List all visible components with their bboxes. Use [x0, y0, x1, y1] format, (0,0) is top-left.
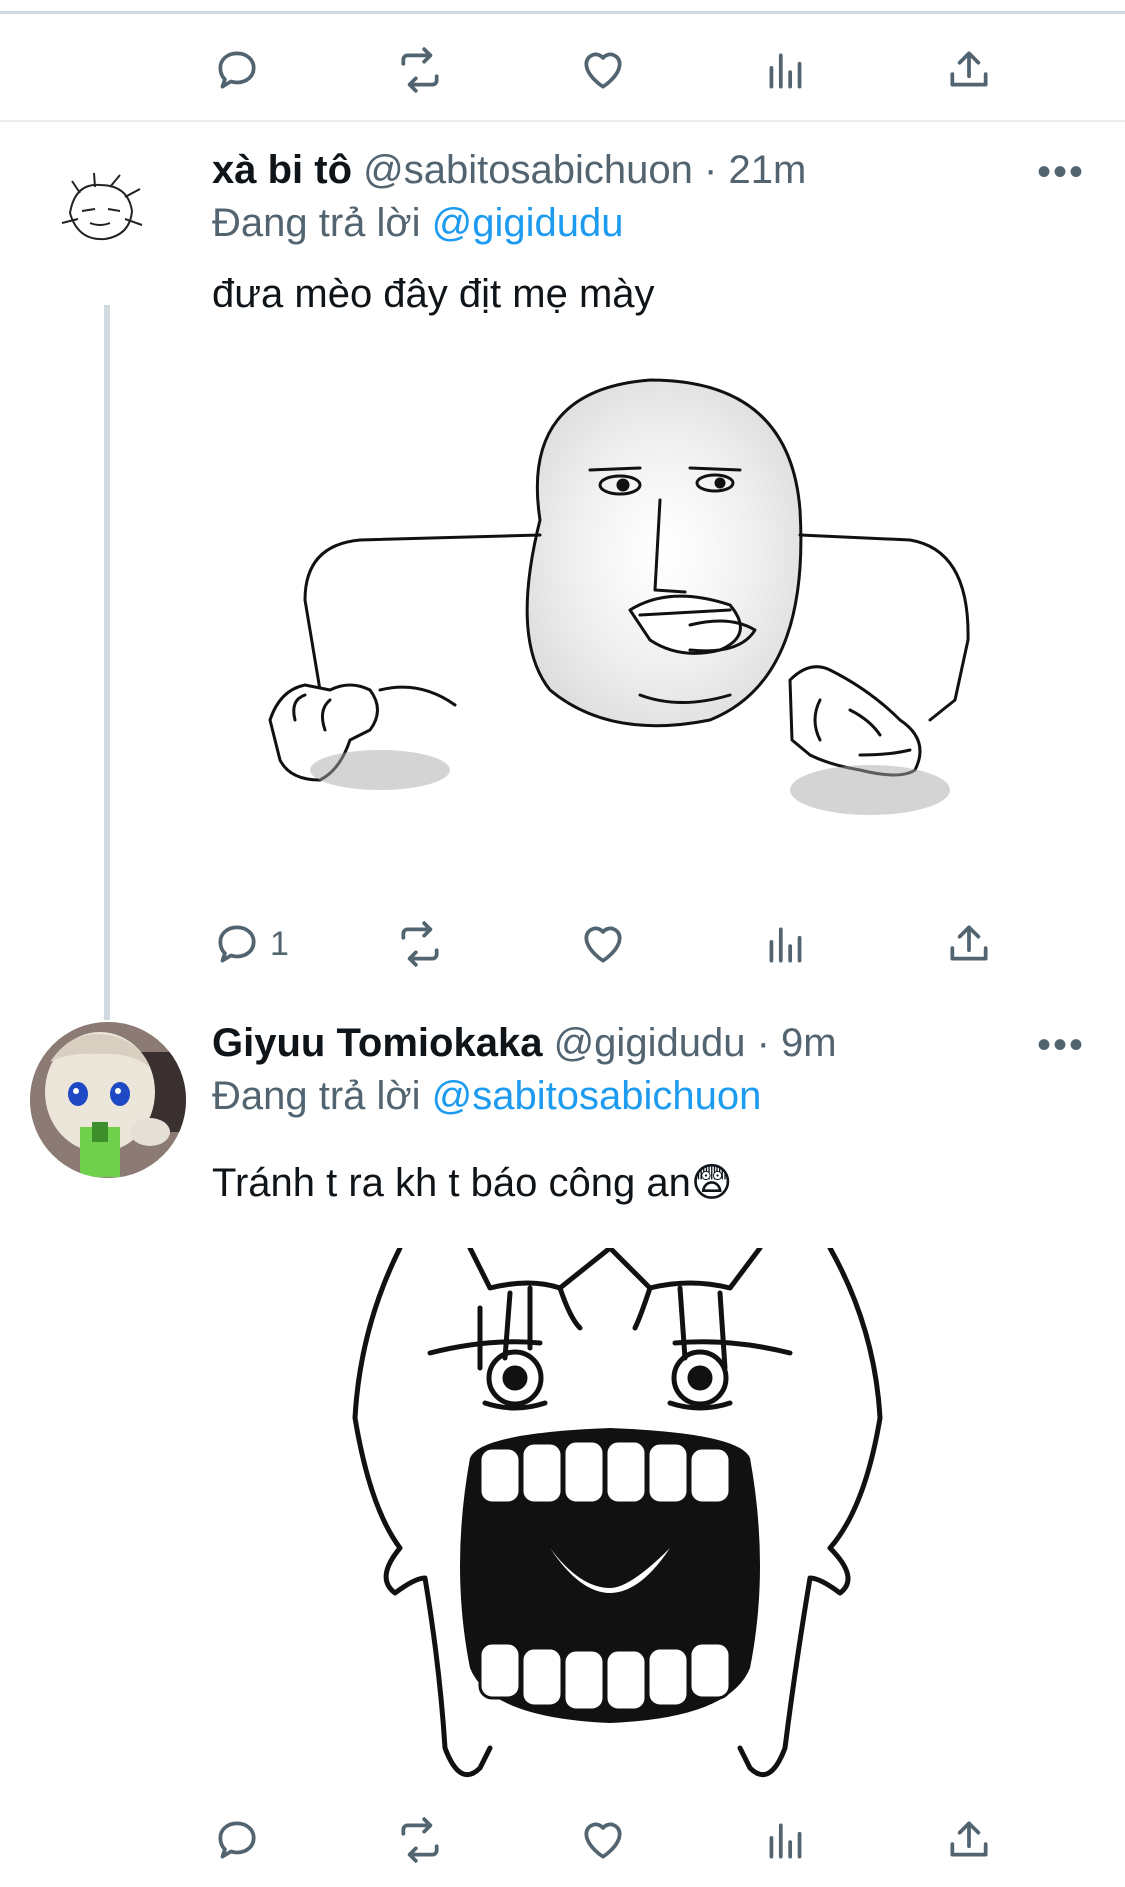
share-icon — [950, 1821, 988, 1857]
tweet-text-body: Tránh t ra kh t báo công an — [212, 1161, 691, 1205]
plush-doll-avatar — [30, 1022, 186, 1178]
timestamp[interactable]: 21m — [728, 148, 806, 192]
replying-to-link[interactable]: @sabitosabichuon — [432, 1074, 762, 1118]
reply-icon — [218, 51, 256, 89]
like-button[interactable] — [578, 40, 628, 100]
analytics-button[interactable] — [761, 40, 811, 100]
display-name[interactable]: xà bi tô — [212, 148, 352, 192]
analytics-button[interactable] — [761, 1810, 811, 1870]
more-options-button[interactable]: ••• — [1037, 150, 1085, 195]
retweet-icon — [401, 1817, 439, 1863]
replying-to-link[interactable]: @gigidudu — [432, 201, 624, 245]
tweet-image-sketch[interactable] — [330, 1245, 900, 1793]
share-button[interactable] — [944, 40, 994, 100]
sketch-face-avatar — [61, 172, 143, 241]
retweet-icon — [401, 47, 439, 93]
like-button[interactable] — [578, 1810, 628, 1870]
analytics-icon — [769, 53, 802, 89]
share-icon — [950, 51, 988, 87]
tweet-actions: 1 — [212, 914, 988, 974]
display-name[interactable]: Giyuu Tomiokaka — [212, 1021, 542, 1065]
screaming-meme-drawing — [352, 1245, 883, 1778]
top-divider — [0, 0, 1125, 14]
tweet-actions — [212, 1810, 988, 1870]
analytics-button[interactable] — [761, 914, 811, 974]
separator-dot: · — [704, 148, 718, 192]
reply-button[interactable] — [212, 40, 262, 100]
prev-tweet-actions — [212, 40, 988, 100]
retweet-icon — [401, 921, 439, 967]
handle[interactable]: @sabitosabichuon — [363, 148, 693, 192]
retweet-button[interactable] — [395, 40, 445, 100]
replying-to: Đang trả lời @gigidudu — [212, 201, 624, 246]
reply-button[interactable]: 1 — [212, 914, 289, 974]
tweet-image-sketch[interactable] — [210, 360, 1010, 880]
tweet-text: đưa mèo đây địt mẹ mày — [212, 272, 655, 316]
share-button[interactable] — [944, 914, 994, 974]
avatar[interactable] — [50, 163, 150, 263]
avatar[interactable] — [30, 1022, 186, 1178]
like-icon — [584, 1822, 622, 1859]
analytics-icon — [769, 1823, 802, 1859]
retweet-button[interactable] — [395, 914, 445, 974]
more-options-button[interactable]: ••• — [1037, 1023, 1085, 1068]
tweet-divider — [0, 120, 1125, 122]
share-icon — [950, 925, 988, 961]
tweet-text: Tránh t ra kh t báo công an😨 — [212, 1160, 733, 1206]
tweet-header: Giyuu Tomiokaka @gigidudu · 9m — [212, 1021, 837, 1066]
replying-prefix: Đang trả lời — [212, 1074, 421, 1118]
reply-icon — [218, 925, 256, 963]
meme-drawing — [268, 378, 970, 815]
like-button[interactable] — [578, 914, 628, 974]
reply-icon — [218, 1821, 256, 1859]
like-icon — [584, 926, 622, 963]
timestamp[interactable]: 9m — [781, 1021, 837, 1065]
thread-line — [104, 305, 110, 1020]
like-icon — [584, 52, 622, 89]
analytics-icon — [769, 927, 802, 963]
retweet-button[interactable] — [395, 1810, 445, 1870]
fearful-face-emoji: 😨 — [690, 1161, 733, 1205]
reply-count: 1 — [270, 924, 289, 963]
separator-dot: · — [756, 1021, 770, 1065]
replying-to: Đang trả lời @sabitosabichuon — [212, 1074, 761, 1119]
replying-prefix: Đang trả lời — [212, 201, 421, 245]
tweet-header: xà bi tô @sabitosabichuon · 21m — [212, 148, 806, 193]
reply-button[interactable] — [212, 1810, 262, 1870]
handle[interactable]: @gigidudu — [554, 1021, 746, 1065]
share-button[interactable] — [944, 1810, 994, 1870]
